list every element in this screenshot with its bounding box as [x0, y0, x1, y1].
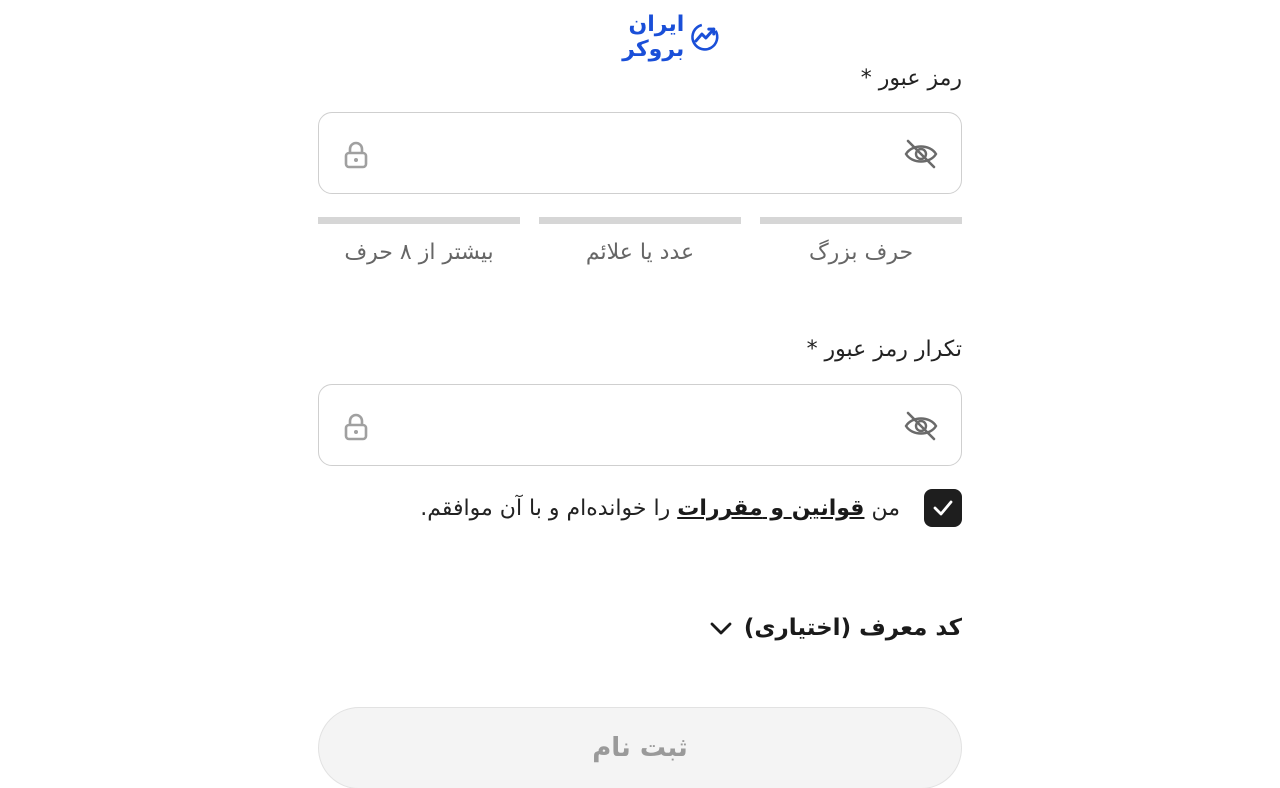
eye-slash-icon[interactable] [903, 409, 939, 443]
register-page: ایران بروکر رمز عبور * حرف بزرگ عدد یا ع… [0, 0, 1280, 788]
confirm-password-label: تکرار رمز عبور * [806, 337, 962, 362]
lock-icon [344, 413, 368, 441]
password-label: رمز عبور * [860, 66, 962, 91]
terms-prefix: من [864, 495, 900, 521]
strength-bar-digit-symbol [539, 217, 741, 224]
referral-toggle[interactable]: کد معرف (اختیاری) [708, 610, 962, 646]
strength-label-digit-symbol: عدد یا علائم [585, 240, 695, 265]
eye-slash-icon[interactable] [903, 137, 939, 171]
terms-agreement: من قوانین و مقررات را خوانده‌ام و با آن … [318, 489, 962, 527]
referral-label: کد معرف (اختیاری) [743, 615, 962, 641]
terms-suffix: را خوانده‌ام و با آن موافقم. [420, 495, 678, 521]
regulations-link[interactable]: مقررات [677, 496, 762, 521]
rules-link[interactable]: قوانین [792, 496, 865, 521]
register-submit-button[interactable]: ثبت نام [318, 707, 962, 788]
checkmark-icon [933, 500, 953, 516]
terms-checkbox[interactable] [924, 489, 962, 527]
strength-label-uppercase: حرف بزرگ [808, 240, 914, 265]
strength-label-length: بیشتر از ۸ حرف [344, 240, 494, 265]
register-form: رمز عبور * حرف بزرگ عدد یا علائم بیشتر ا… [318, 0, 962, 788]
terms-joiner: و [762, 495, 792, 521]
strength-bar-uppercase [760, 217, 962, 224]
password-input[interactable] [399, 133, 881, 173]
chevron-down-icon [710, 622, 732, 635]
terms-text: من قوانین و مقررات را خوانده‌ام و با آن … [420, 496, 900, 521]
password-field[interactable] [318, 112, 962, 194]
lock-icon [344, 141, 368, 169]
confirm-password-field[interactable] [318, 384, 962, 466]
confirm-password-input[interactable] [399, 405, 881, 445]
strength-bar-length [318, 217, 520, 224]
